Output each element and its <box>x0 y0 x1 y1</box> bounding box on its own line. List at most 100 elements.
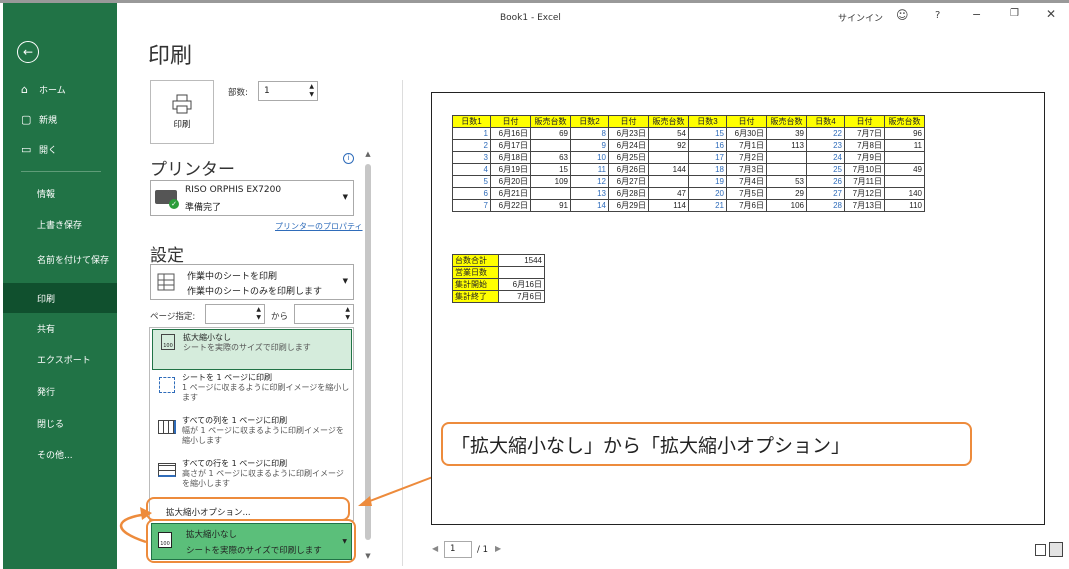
option-title: 拡大縮小なし <box>183 333 231 342</box>
table-cell: 6月30日 <box>726 127 767 140</box>
printer-dropdown[interactable]: ✓ RISO ORPHIS EX7200 準備完了 ▼ <box>150 180 354 216</box>
sidebar-item-close[interactable]: 閉じる <box>3 411 117 435</box>
preview-table: 日数1 日付 販売台数 日数2 日付 販売台数 日数3 日付 販売台数 日数4 日付 販売台数 1 6月1… <box>452 115 925 212</box>
table-row: 5 6月20日 109 12 6月27日 19 7月4日 53 26 7月11日 <box>452 175 925 188</box>
sidebar-item-info[interactable]: 情報 <box>3 181 117 205</box>
table-cell: 7月11日 <box>844 175 885 188</box>
scaling-option-none[interactable]: 100 拡大縮小なし シートを実際のサイズで印刷します <box>152 329 352 370</box>
restore-icon[interactable]: ❐ <box>1010 8 1019 19</box>
table-cell: 16 <box>688 139 727 152</box>
table-cell: 7月2日 <box>726 151 767 164</box>
minimize-icon[interactable]: − <box>972 8 981 21</box>
sidebar-item-label: ホーム <box>39 85 66 96</box>
sidebar-item-save-as[interactable]: 名前を付けて保存 <box>3 244 117 278</box>
table-row: 2 6月17日 9 6月24日 92 16 7月1日 113 23 7月8日 11 <box>452 139 925 152</box>
help-button[interactable]: ? <box>935 10 940 21</box>
table-cell: 6月16日 <box>490 127 531 140</box>
table-cell: 6月21日 <box>490 187 531 200</box>
back-button[interactable]: ← <box>17 41 39 63</box>
scaling-option-fit-columns[interactable]: すべての列を 1 ページに印刷 幅が 1 ページに収まるように印刷イメージを縮小し… <box>152 416 352 456</box>
window-border <box>0 0 1069 3</box>
column-header: 日付 <box>844 115 885 128</box>
home-icon: ⌂ <box>21 82 28 96</box>
table-cell: 6月17日 <box>490 139 531 152</box>
sidebar-item-export[interactable]: エクスポート <box>3 347 117 371</box>
copies-input[interactable]: 1 ▲ ▼ <box>258 81 318 101</box>
sidebar-item-home[interactable]: ⌂ ホーム <box>3 79 117 99</box>
column-header: 日付 <box>608 115 649 128</box>
scroll-up-icon[interactable]: ▲ <box>362 150 374 158</box>
option-title: シートを 1 ページに印刷 <box>182 373 273 382</box>
sidebar-item-save[interactable]: 上書き保存 <box>3 212 117 236</box>
table-cell: 6月22日 <box>490 199 531 212</box>
table-cell: 7月10日 <box>844 163 885 176</box>
table-cell: 7月8日 <box>844 139 885 152</box>
option-desc: 幅が 1 ページに収まるように印刷イメージを縮小します <box>182 426 344 445</box>
option-desc: 1 ページに収まるように印刷イメージを縮小します <box>182 383 350 402</box>
print-button-label: 印刷 <box>173 120 191 130</box>
sidebar-item-publish[interactable]: 発行 <box>3 379 117 403</box>
table-cell: 7月7日 <box>844 127 885 140</box>
spinner-icon[interactable]: ▲ ▼ <box>256 306 261 322</box>
table-cell: 6月28日 <box>608 187 649 200</box>
table-cell: 6月25日 <box>608 151 649 164</box>
table-cell <box>648 175 689 188</box>
print-scope-dropdown[interactable]: 作業中のシートを印刷 作業中のシートのみを印刷します ▼ <box>150 264 354 300</box>
printer-properties-link[interactable]: プリンターのプロパティ <box>275 221 363 232</box>
spinner-icon[interactable]: ▲ ▼ <box>309 83 314 99</box>
summary-value <box>498 266 545 279</box>
summary-row: 台数合計 1544 <box>452 254 545 267</box>
signin-link[interactable]: サインイン <box>838 11 883 24</box>
table-cell <box>648 151 689 164</box>
print-button[interactable]: 印刷 <box>150 80 214 144</box>
scaling-option-fit-sheet[interactable]: シートを 1 ページに印刷 1 ページに収まるように印刷イメージを縮小します <box>152 373 352 413</box>
sidebar-item-new[interactable]: ▢ 新規 <box>3 109 117 129</box>
summary-value: 7月6日 <box>498 290 545 303</box>
pages-to-label: から <box>271 312 289 322</box>
table-cell: 13 <box>570 187 609 200</box>
table-cell: 20 <box>688 187 727 200</box>
page-number-input[interactable]: 1 <box>444 541 472 558</box>
table-cell <box>766 151 807 164</box>
pages-to-input[interactable]: ▲ ▼ <box>294 304 354 324</box>
callout-text: 「拡大縮小なし」から「拡大縮小オプション」 <box>451 435 851 457</box>
callout-arrows <box>119 474 439 544</box>
close-icon[interactable]: ✕ <box>1046 7 1056 21</box>
table-cell: 26 <box>806 175 845 188</box>
column-header: 日数1 <box>452 115 491 128</box>
sidebar-item-open[interactable]: ▭ 開く <box>3 139 117 159</box>
table-cell: 114 <box>648 199 689 212</box>
table-cell: 11 <box>570 163 609 176</box>
info-icon[interactable]: i <box>343 153 354 164</box>
table-cell: 47 <box>648 187 689 200</box>
spinner-icon[interactable]: ▲ ▼ <box>345 306 350 322</box>
table-cell: 27 <box>806 187 845 200</box>
sidebar-item-more[interactable]: その他... <box>3 442 117 466</box>
table-cell: 6月29日 <box>608 199 649 212</box>
table-cell: 21 <box>688 199 727 212</box>
sidebar-item-share[interactable]: 共有 <box>3 316 117 340</box>
zoom-page-icon[interactable] <box>1049 542 1063 557</box>
table-cell: 24 <box>806 151 845 164</box>
column-header: 販売台数 <box>884 115 925 128</box>
next-page-icon[interactable]: ▶ <box>495 544 501 553</box>
sidebar-item-print[interactable]: 印刷 <box>3 283 117 313</box>
table-cell: 6月20日 <box>490 175 531 188</box>
pages-from-input[interactable]: ▲ ▼ <box>205 304 265 324</box>
ready-check-icon: ✓ <box>169 199 179 209</box>
option-title: すべての行を 1 ページに印刷 <box>182 459 288 468</box>
table-cell: 69 <box>530 127 571 140</box>
printer-status: 準備完了 <box>185 203 222 213</box>
feedback-icon[interactable]: ☺ <box>896 8 909 22</box>
show-margins-icon[interactable] <box>1035 544 1046 556</box>
page-title: 印刷 <box>148 44 193 69</box>
summary-row: 営業日数 <box>452 266 545 279</box>
prev-page-icon[interactable]: ◀ <box>432 544 438 553</box>
no-scaling-icon: 100 <box>161 334 175 350</box>
table-cell: 110 <box>884 199 925 212</box>
table-cell: 144 <box>648 163 689 176</box>
printer-name: RISO ORPHIS EX7200 <box>185 185 282 195</box>
table-cell: 7月13日 <box>844 199 885 212</box>
table-cell: 15 <box>530 163 571 176</box>
settings-section-title: 設定 <box>150 246 184 266</box>
